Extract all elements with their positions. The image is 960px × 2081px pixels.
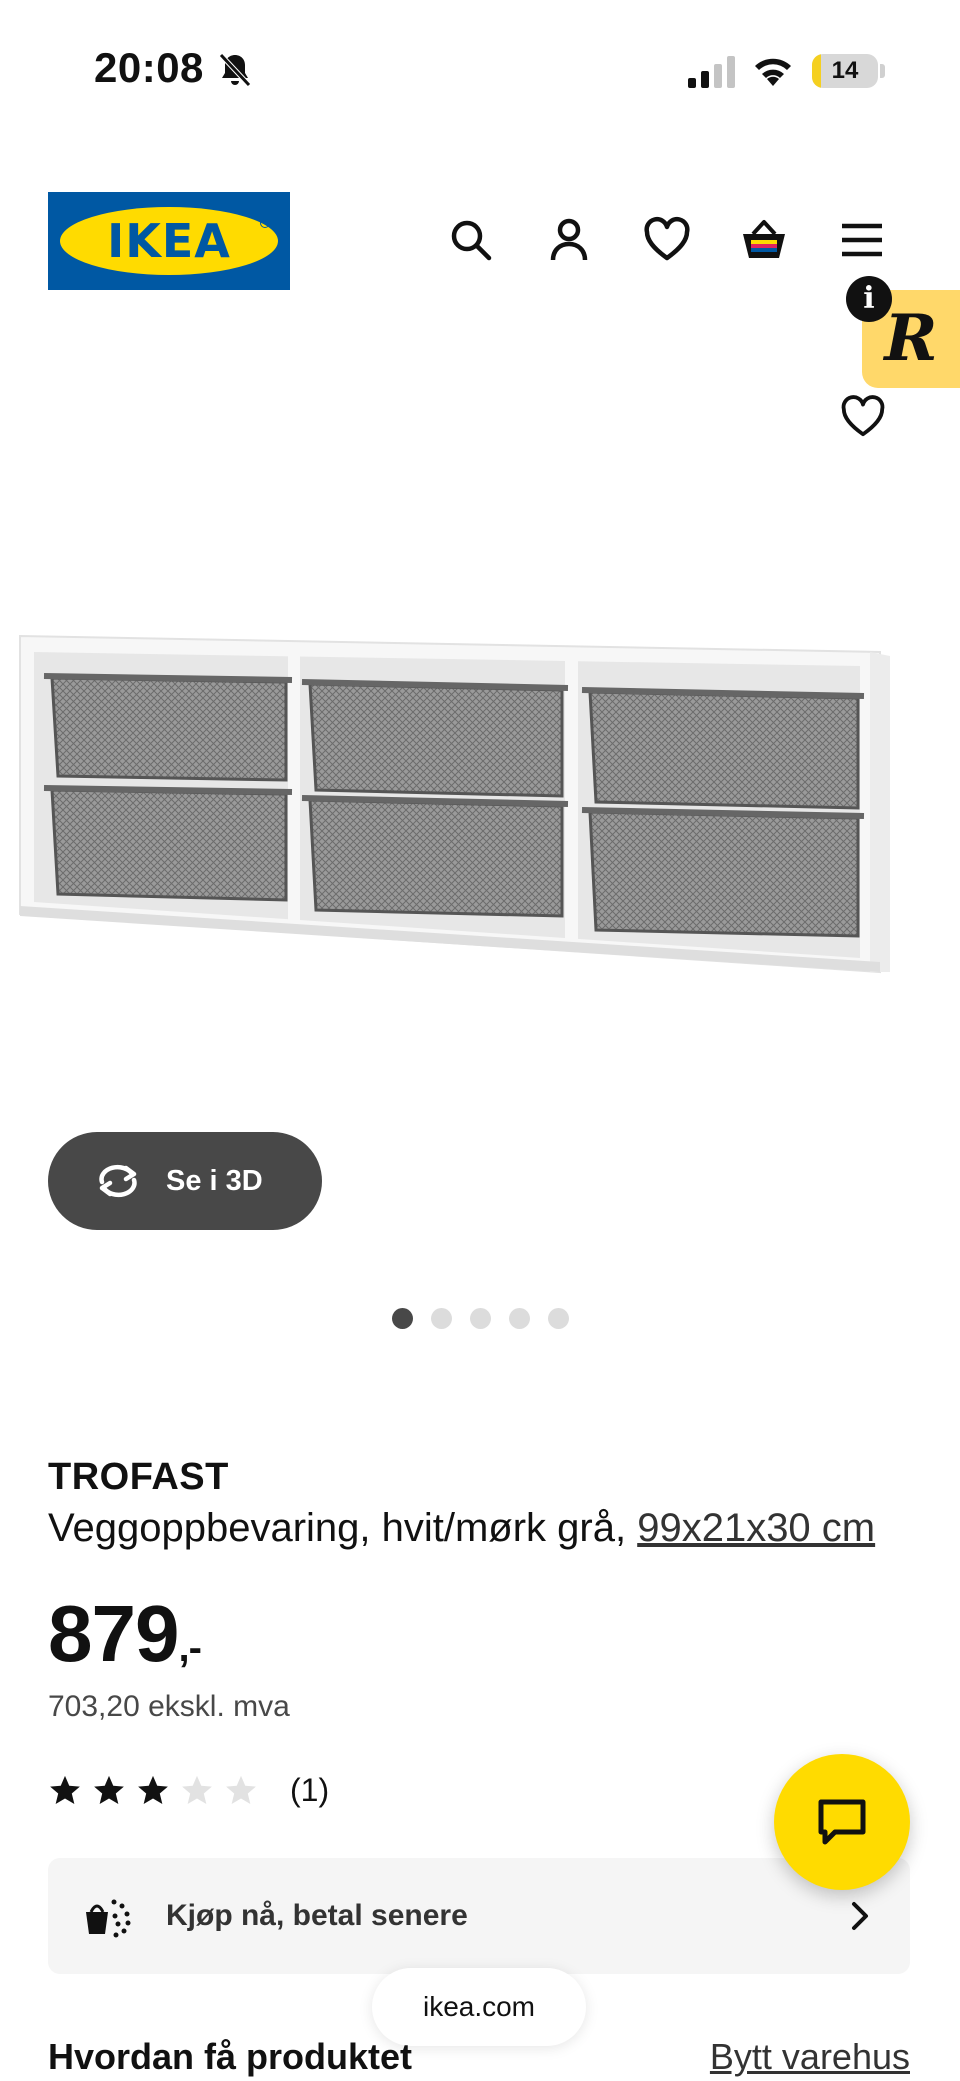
product-size-link[interactable]: 99x21x30 cm xyxy=(637,1506,875,1550)
signal-icon xyxy=(688,56,735,88)
price-value: 879 xyxy=(48,1589,179,1678)
search-icon[interactable] xyxy=(447,216,495,264)
ikea-logo[interactable]: IKEA xyxy=(48,192,290,290)
battery-percent: 14 xyxy=(831,57,859,84)
star-empty-icon xyxy=(182,1775,212,1805)
basket-icon[interactable] xyxy=(740,216,788,264)
chevron-right-icon xyxy=(852,1902,868,1930)
info-icon[interactable]: i xyxy=(846,276,892,322)
chat-bubble-icon xyxy=(818,1799,866,1845)
status-time: 20:08 xyxy=(94,44,204,91)
product-image[interactable] xyxy=(0,600,960,1020)
change-store-link[interactable]: Bytt varehus xyxy=(710,2036,910,2078)
product-price: 879,- xyxy=(48,1588,202,1680)
bell-slash-icon xyxy=(219,53,251,87)
carousel-dot-1[interactable] xyxy=(392,1308,413,1329)
shopping-bag-icon xyxy=(86,1899,131,1938)
user-icon[interactable] xyxy=(545,216,593,264)
carousel-dots xyxy=(392,1308,569,1329)
star-empty-icon xyxy=(226,1775,256,1805)
product-rating[interactable]: (1) xyxy=(48,1768,329,1812)
logo-text: IKEA xyxy=(107,214,231,268)
wifi-icon xyxy=(755,58,791,86)
carousel-dot-5[interactable] xyxy=(548,1308,569,1329)
registered-mark xyxy=(260,218,270,228)
view-in-3d-button[interactable]: Se i 3D xyxy=(48,1132,322,1230)
status-bar: 20:08 14 xyxy=(0,0,960,140)
rotate-3d-icon xyxy=(99,1164,137,1198)
chat-button[interactable] xyxy=(774,1754,910,1890)
add-to-wishlist-icon[interactable] xyxy=(840,394,886,440)
star-filled-icon xyxy=(94,1775,124,1805)
battery-icon: 14 xyxy=(812,54,878,88)
price-excluding-vat: 703,20 ekskl. mva xyxy=(48,1690,290,1723)
battery-nub xyxy=(880,64,885,78)
carousel-dot-4[interactable] xyxy=(509,1308,530,1329)
product-description-text: Veggoppbevaring, hvit/mørk grå, xyxy=(48,1506,638,1550)
star-filled-icon xyxy=(50,1775,80,1805)
pay-later-banner[interactable]: Kjøp nå, betal senere xyxy=(48,1858,910,1974)
how-to-get-heading: Hvordan få produktet xyxy=(48,2036,413,2077)
product-description: Veggoppbevaring, hvit/mørk grå, 99x21x30… xyxy=(48,1506,875,1551)
heart-icon[interactable] xyxy=(643,216,691,264)
browser-url-pill[interactable]: ikea.com xyxy=(372,1968,586,2046)
pay-later-label: Kjøp nå, betal senere xyxy=(166,1899,468,1932)
view-in-3d-label: Se i 3D xyxy=(166,1165,263,1197)
carousel-dot-2[interactable] xyxy=(431,1308,452,1329)
review-count: (1) xyxy=(290,1771,330,1808)
star-filled-icon xyxy=(138,1775,168,1805)
price-suffix: ,- xyxy=(178,1626,201,1670)
carousel-dot-3[interactable] xyxy=(470,1308,491,1329)
product-name: TROFAST xyxy=(48,1456,229,1498)
menu-icon[interactable] xyxy=(838,216,886,264)
